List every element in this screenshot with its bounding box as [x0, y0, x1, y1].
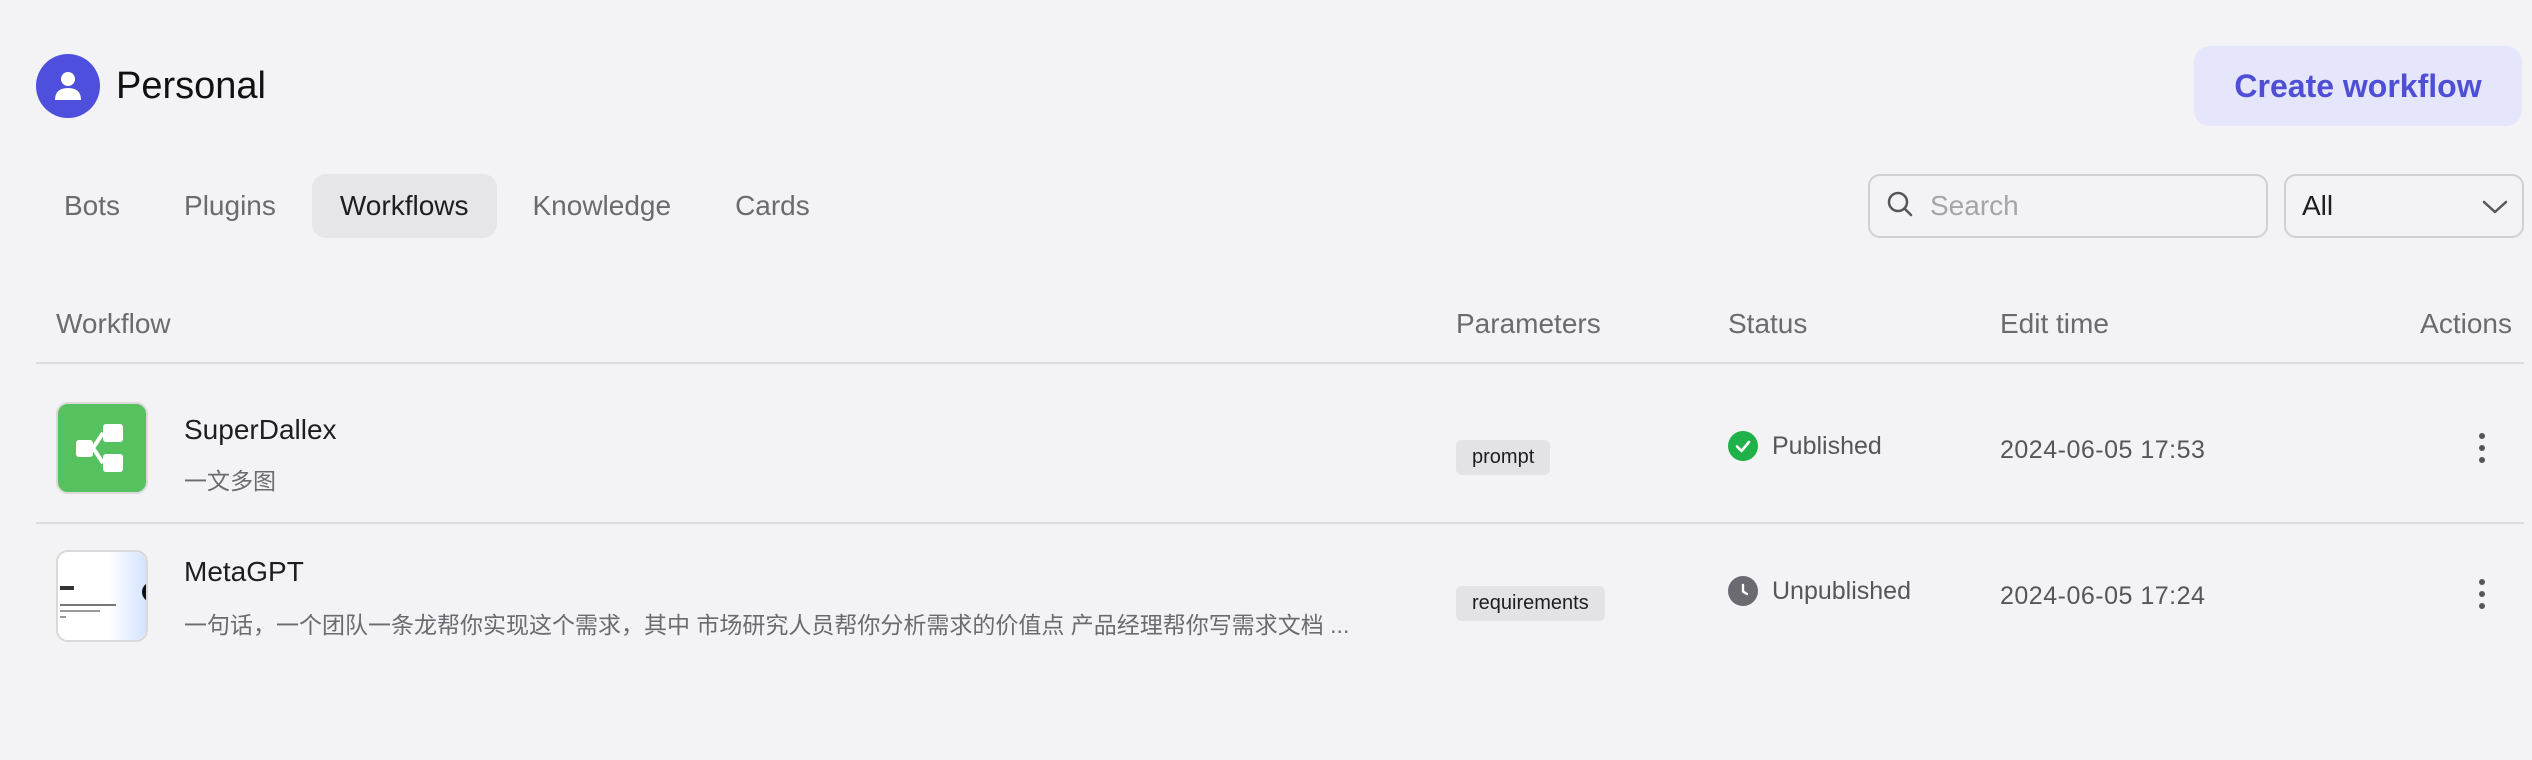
more-actions-icon[interactable] [2462, 574, 2502, 614]
table-row[interactable]: SuperDallex 一文多图 prompt Published 2024-0… [36, 378, 2524, 524]
page-header: Personal [36, 54, 266, 118]
edit-time: 2024-06-05 17:24 [2000, 582, 2206, 610]
more-actions-icon[interactable] [2462, 428, 2502, 468]
user-icon[interactable] [36, 54, 100, 118]
tab-plugins[interactable]: Plugins [156, 174, 304, 238]
page-title: Personal [116, 64, 266, 107]
tab-cards[interactable]: Cards [707, 174, 838, 238]
workflow-description: 一文多图 [184, 468, 276, 494]
edit-time: 2024-06-05 17:53 [2000, 436, 2206, 464]
tab-knowledge[interactable]: Knowledge [505, 174, 700, 238]
status-badge: Unpublished [1728, 576, 1911, 606]
status-filter-select[interactable]: All [2284, 174, 2524, 238]
search-icon [1886, 190, 1914, 223]
column-actions: Actions [2420, 308, 2512, 339]
parameter-tag: requirements [1456, 586, 1605, 621]
search-box[interactable] [1868, 174, 2268, 238]
search-input[interactable] [1928, 189, 2252, 223]
tab-bar: Bots Plugins Workflows Knowledge Cards [36, 174, 846, 238]
filter-selected-value: All [2302, 190, 2334, 221]
tab-workflows[interactable]: Workflows [311, 174, 497, 238]
table-header: Workflow Parameters Status Edit time Act… [36, 296, 2524, 364]
chevron-down-icon [2482, 190, 2508, 222]
column-workflow: Workflow [56, 308, 171, 339]
create-workflow-button[interactable]: Create workflow [2194, 46, 2522, 126]
column-edit-time: Edit time [2000, 308, 2109, 339]
workflow-icon [56, 402, 148, 494]
image-thumbnail [56, 550, 148, 642]
status-label: Published [1772, 431, 1882, 460]
clock-icon [1728, 576, 1758, 606]
column-status: Status [1728, 308, 1808, 339]
check-circle-icon [1728, 431, 1758, 461]
status-label: Unpublished [1772, 576, 1911, 605]
status-badge: Published [1728, 431, 1882, 461]
workflow-name[interactable]: SuperDallex [184, 414, 337, 446]
workflow-description: 一句话，一个团队一条龙帮你实现这个需求，其中 市场研究人员帮你分析需求的价值点 … [184, 612, 1350, 638]
table-row[interactable]: MetaGPT 一句话，一个团队一条龙帮你实现这个需求，其中 市场研究人员帮你分… [36, 524, 2524, 668]
parameter-tag: prompt [1456, 440, 1551, 475]
tab-bots[interactable]: Bots [36, 174, 148, 238]
workflow-name[interactable]: MetaGPT [184, 556, 304, 588]
column-parameters: Parameters [1456, 308, 1601, 339]
